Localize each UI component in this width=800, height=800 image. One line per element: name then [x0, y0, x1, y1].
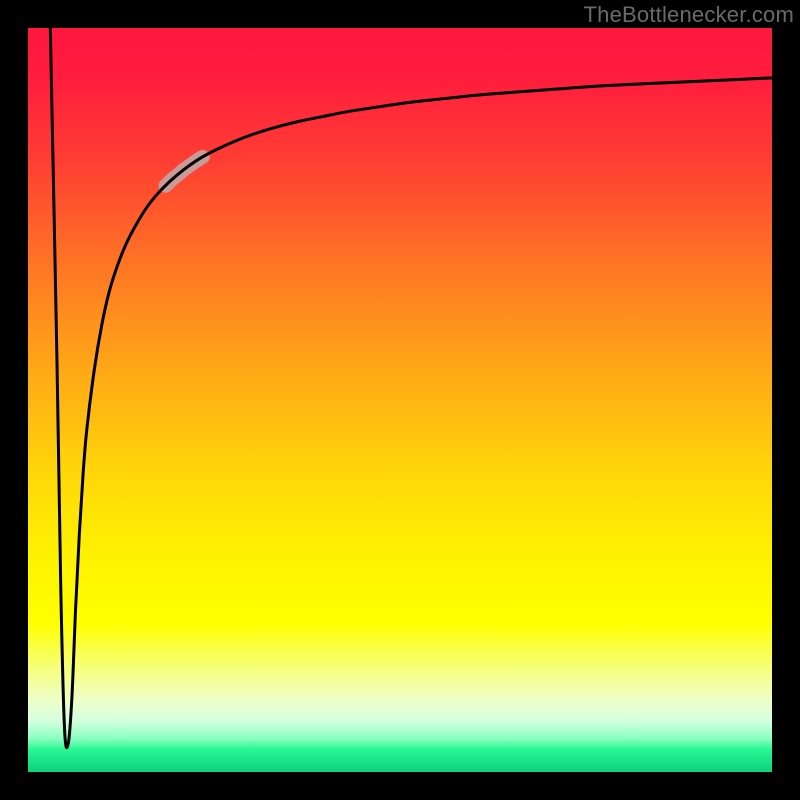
bottleneck-chart	[0, 0, 800, 800]
chart-container: TheBottlenecker.com	[0, 0, 800, 800]
watermark-text: TheBottlenecker.com	[584, 2, 794, 28]
plot-background	[28, 28, 772, 772]
